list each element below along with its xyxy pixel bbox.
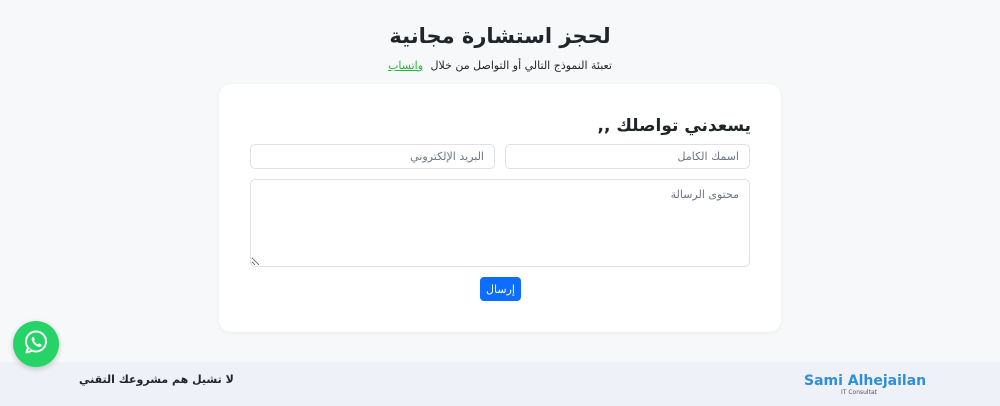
page: لحجز استشارة مجانية تعبئة النموذج التالي… <box>0 0 1000 406</box>
contact-form-card: يسعدني تواصلك ,, إرسال <box>219 84 781 332</box>
logo-subtitle: IT Consultat <box>841 389 877 396</box>
full-name-input[interactable] <box>505 144 750 169</box>
email-input[interactable] <box>250 144 495 169</box>
send-button[interactable]: إرسال <box>480 277 521 301</box>
whatsapp-icon <box>22 328 50 360</box>
page-subtitle: تعبئة النموذج التالي أو التواصل من خلال … <box>0 59 1000 72</box>
brand-logo[interactable]: Sami Alhejailan IT Consultat <box>804 373 927 397</box>
whatsapp-link[interactable]: واتساب <box>388 59 423 72</box>
subtitle-text: تعبئة النموذج التالي أو التواصل من خلال <box>430 59 612 72</box>
footer: لا تشيل هم مشروعك التقني Sami Alhejailan… <box>0 362 1000 406</box>
form-heading: يسعدني تواصلك ,, <box>597 116 752 136</box>
page-title: لحجز استشارة مجانية <box>389 24 611 48</box>
footer-tagline: لا تشيل هم مشروعك التقني <box>79 373 234 386</box>
logo-name: Sami Alhejailan <box>804 373 927 389</box>
whatsapp-floating-button[interactable] <box>13 321 59 367</box>
message-textarea[interactable] <box>250 179 750 267</box>
